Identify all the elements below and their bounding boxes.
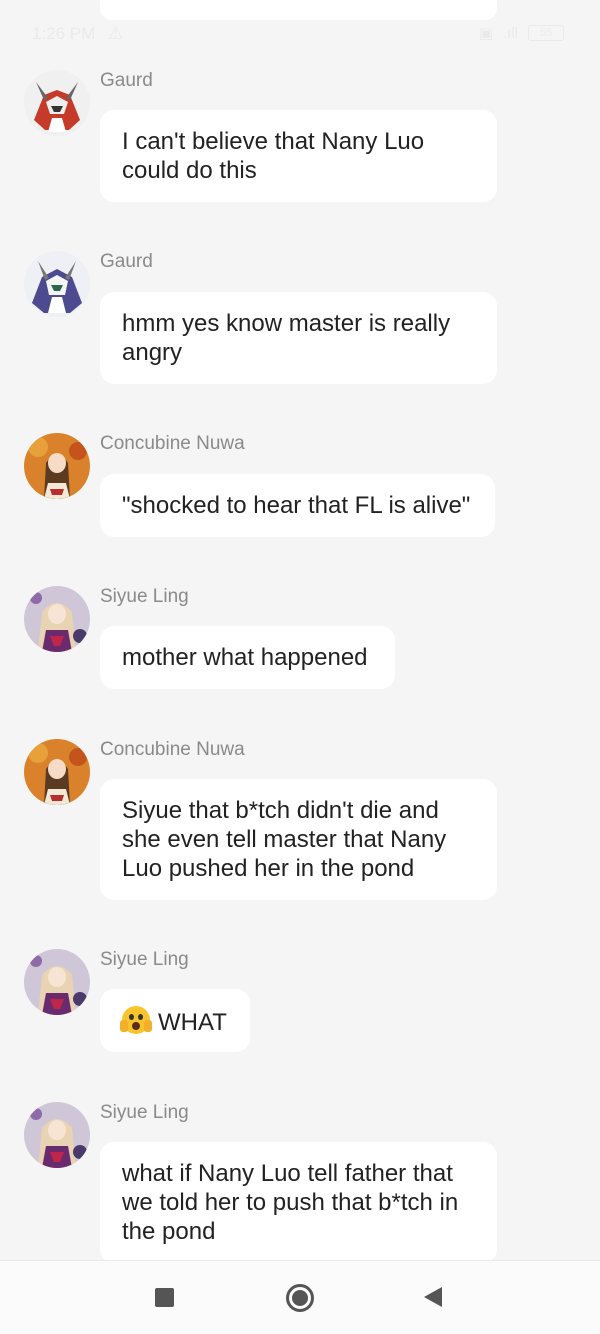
avatar[interactable]	[24, 739, 90, 805]
circle-home-icon[interactable]	[286, 1284, 314, 1312]
mecha-avatar-icon	[24, 251, 90, 317]
anime-girl-avatar-icon	[24, 739, 90, 805]
message-text: she even tell master that Nany	[122, 826, 447, 853]
square-recents-icon[interactable]	[155, 1288, 174, 1307]
message-text: Luo pushed her in the pond	[122, 855, 415, 882]
message-text: angry	[122, 339, 183, 366]
anime-girl-avatar-icon	[24, 433, 90, 499]
avatar[interactable]	[24, 949, 90, 1015]
message-bubble[interactable]: what if Nany Luo tell father that we tol…	[100, 1142, 497, 1263]
anime-girl-avatar-icon	[24, 586, 90, 652]
status-bar: 1:26 PM ⚠ ▣ .ıll 55	[0, 22, 600, 48]
avatar[interactable]	[24, 251, 90, 317]
avatar[interactable]	[24, 1102, 90, 1168]
message-text: could do this	[122, 157, 257, 184]
sender-name: Siyue Ling	[100, 586, 189, 607]
message-text: mother what happened	[122, 644, 368, 671]
message-text: I can't believe that Nany Luo	[122, 128, 425, 155]
message-bubble[interactable]: Siyue that b*tch didn't die and she even…	[100, 779, 497, 900]
message-text: we told her to push that b*tch in	[122, 1189, 459, 1216]
network-icon: ▣	[478, 25, 493, 42]
mecha-avatar-icon	[24, 70, 90, 136]
anime-girl-avatar-icon	[24, 1102, 90, 1168]
message-text: Siyue that b*tch didn't die and	[122, 797, 439, 824]
avatar[interactable]	[24, 586, 90, 652]
status-time: 1:26 PM	[32, 24, 96, 43]
message-bubble[interactable]: WHAT	[100, 989, 250, 1052]
message-bubble[interactable]: mother what happened	[100, 626, 395, 689]
message-text: "shocked to hear that FL is alive"	[122, 492, 471, 519]
sender-name: Concubine Nuwa	[100, 739, 245, 760]
message-bubble[interactable]: "shocked to hear that FL is alive"	[100, 474, 495, 537]
avatar[interactable]	[24, 433, 90, 499]
sender-name: Siyue Ling	[100, 949, 189, 970]
warning-triangle-icon: ⚠	[108, 24, 124, 43]
face-screaming-in-fear-icon	[120, 1006, 152, 1034]
message-bubble[interactable]: hmm yes know master is really angry	[100, 292, 497, 384]
sender-name: Gaurd	[100, 70, 153, 91]
avatar[interactable]	[24, 70, 90, 136]
message-text: the pond	[122, 1218, 216, 1245]
battery-icon: 55	[528, 25, 564, 41]
triangle-back-icon[interactable]	[424, 1287, 442, 1307]
previous-message-bubble	[100, 0, 497, 20]
sender-name: Concubine Nuwa	[100, 433, 245, 454]
anime-girl-avatar-icon	[24, 949, 90, 1015]
signal-icon: .ıll	[503, 24, 518, 42]
message-text: what if Nany Luo tell father that	[122, 1160, 453, 1187]
message-bubble[interactable]: I can't believe that Nany Luo could do t…	[100, 110, 497, 202]
sender-name: Siyue Ling	[100, 1102, 189, 1123]
navigation-bar	[0, 1260, 600, 1334]
message-text: WHAT	[158, 1009, 227, 1036]
sender-name: Gaurd	[100, 251, 153, 272]
message-text: hmm yes know master is really	[122, 310, 451, 337]
